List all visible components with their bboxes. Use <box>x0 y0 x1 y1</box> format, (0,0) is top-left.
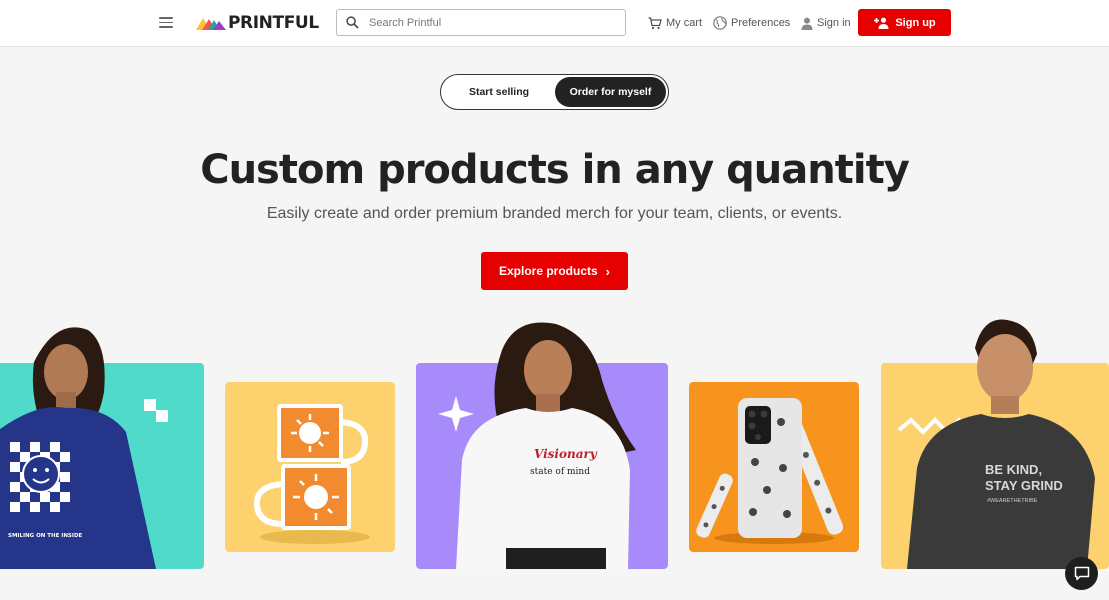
printful-logo[interactable]: PRINTFUL <box>196 12 319 34</box>
sweatshirt-print-text: SMILING ON THE INSIDE <box>8 533 83 539</box>
site-header: PRINTFUL My cart Preferences Sign in <box>0 0 1109 47</box>
shopping-cart-icon <box>648 16 662 29</box>
globe-icon <box>713 16 727 30</box>
explore-products-button[interactable]: Explore products › <box>481 252 628 290</box>
chat-bubble-icon <box>1074 566 1089 581</box>
user-icon <box>801 17 813 30</box>
tshirt-model-image: BE KIND, STAY GRIND #WEARETHETRIBE <box>881 319 1109 569</box>
product-tile-mugs[interactable] <box>225 382 395 552</box>
product-tile-crewneck[interactable]: Visionary state of mind <box>416 320 668 569</box>
hamburger-menu-icon[interactable] <box>159 17 173 28</box>
add-user-icon <box>874 17 889 29</box>
tee-print-line2: STAY GRIND <box>985 478 1063 493</box>
hero-subtitle: Easily create and order premium branded … <box>266 205 843 222</box>
signup-label: Sign up <box>895 16 936 29</box>
phone-case-image <box>689 382 859 552</box>
explore-products-label: Explore products <box>498 264 598 278</box>
product-tile-tshirt[interactable]: BE KIND, STAY GRIND #WEARETHETRIBE <box>881 318 1109 569</box>
hero-title: Custom products in any quantity <box>200 147 910 193</box>
start-selling-tab[interactable]: Start selling <box>443 77 555 107</box>
stacked-mugs-image <box>225 382 395 552</box>
order-for-myself-tab[interactable]: Order for myself <box>555 77 666 107</box>
product-tile-sweatshirt[interactable]: SMILING ON THE INSIDE <box>0 322 204 569</box>
signup-button[interactable]: Sign up <box>858 9 951 36</box>
signin-link[interactable]: Sign in <box>801 15 851 31</box>
preferences-link[interactable]: Preferences <box>713 15 790 31</box>
product-tile-phone-case[interactable] <box>689 382 859 552</box>
search-bar[interactable] <box>336 9 626 36</box>
search-input[interactable] <box>369 16 609 29</box>
crewneck-print-line2: state of mind <box>530 467 590 477</box>
tee-print-line1: BE KIND, <box>985 462 1042 477</box>
chat-button[interactable] <box>1065 557 1098 590</box>
cart-label: My cart <box>666 17 703 29</box>
sweatshirt-model-image: SMILING ON THE INSIDE <box>0 327 204 569</box>
chevron-right-icon: › <box>605 263 611 279</box>
search-icon <box>346 16 359 29</box>
preferences-label: Preferences <box>731 17 791 29</box>
logo-text: PRINTFUL <box>228 13 319 33</box>
crewneck-model-image: Visionary state of mind <box>416 322 668 569</box>
cart-link[interactable]: My cart <box>648 15 702 31</box>
logo-mountains-icon <box>196 18 226 30</box>
audience-toggle: Start selling Order for myself <box>440 74 669 110</box>
crewneck-print-line1: Visionary <box>534 447 598 461</box>
tee-print-line3: #WEARETHETRIBE <box>987 498 1038 504</box>
signin-label: Sign in <box>817 17 851 29</box>
